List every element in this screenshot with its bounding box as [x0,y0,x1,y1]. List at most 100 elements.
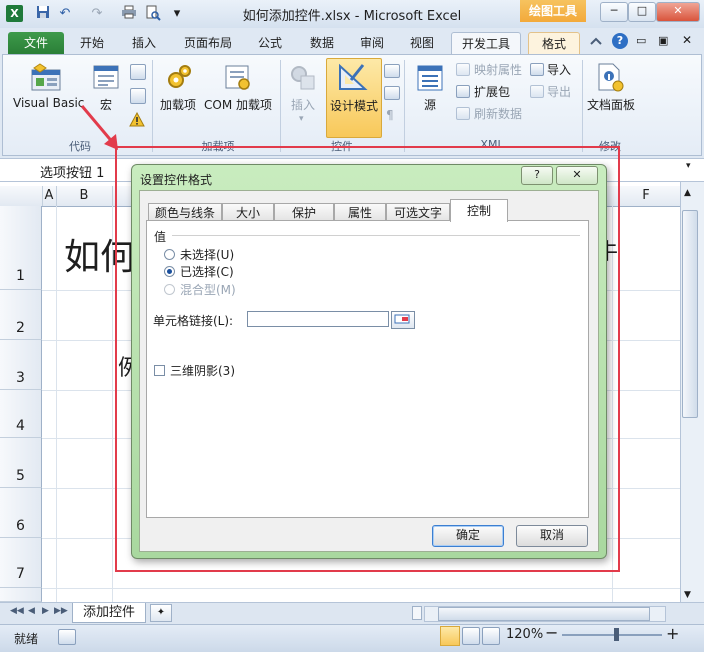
zoom-level[interactable]: 120% [506,627,543,642]
row-gridline [42,588,680,589]
radio-checked[interactable] [164,266,175,277]
scroll-thumb[interactable] [682,210,698,418]
view-code-icon[interactable] [384,86,400,100]
workbook-minimize-icon[interactable]: ▭ [636,34,646,47]
window-title: 如何添加控件.xlsx - Microsoft Excel [242,9,462,24]
expansion-packs-button[interactable]: 扩展包 [474,83,510,100]
zoom-slider-thumb[interactable] [614,628,619,641]
radio-mixed [164,284,175,295]
row-header-8[interactable] [0,588,42,602]
sheet-nav-first-icon[interactable]: ◀◀ [10,606,24,616]
radio-unchecked-label[interactable]: 未选择(U) [180,246,234,263]
insert-controls-icon [289,64,317,95]
shadow-checkbox[interactable] [154,365,165,376]
shadow-checkbox-label[interactable]: 三维阴影(3) [170,362,235,379]
zoom-slider-track[interactable] [562,634,662,636]
collapse-dialog-icon[interactable] [391,311,415,329]
status-ready: 就绪 [14,632,39,646]
row-header-7[interactable]: 7 [0,538,42,588]
map-properties-icon [456,63,470,76]
zoom-out-icon[interactable]: − [545,623,558,642]
cancel-button[interactable]: 取消 [516,525,588,547]
properties-icon[interactable] [384,64,400,78]
addins-button[interactable]: 加载项 [158,96,198,113]
zoom-in-icon[interactable]: + [666,624,679,643]
row-header-3[interactable]: 3 [0,340,42,390]
tab-home[interactable]: 开始 [72,32,112,54]
page-layout-view-icon[interactable] [462,627,480,645]
workbook-close-icon[interactable]: ✕ [682,33,692,47]
dialog-help-button[interactable]: ? [521,166,553,185]
relative-reference-icon[interactable] [130,88,146,104]
ok-button[interactable]: 确定 [432,525,504,547]
xml-source-button[interactable]: 源 [416,96,444,113]
value-group-line [172,235,580,236]
refresh-data-icon [456,107,470,120]
sheet-nav-last-icon[interactable]: ▶▶ [54,606,68,616]
insert-dropdown-icon[interactable]: ▾ [299,114,304,124]
horizontal-scroll-thumb[interactable] [438,607,650,621]
column-header-f[interactable]: F [612,186,681,206]
export-button[interactable]: 导出 [547,83,571,100]
radio-unchecked[interactable] [164,249,175,260]
close-button[interactable]: ✕ [656,2,700,22]
sheet-tab-active[interactable]: 添加控件 [72,603,146,623]
tab-split-handle[interactable] [412,606,422,620]
tab-insert[interactable]: 插入 [124,32,164,54]
tab-file[interactable]: 文件 [8,32,64,54]
workbook-restore-icon[interactable]: ▣ [658,34,668,47]
record-macro-icon[interactable] [130,64,146,80]
tab-formulas[interactable]: 公式 [250,32,290,54]
row-header-1[interactable]: 1 [0,206,42,290]
minimize-button[interactable]: ─ [600,2,628,22]
normal-view-icon[interactable] [440,626,460,646]
name-box[interactable]: 选项按钮 1 [40,162,104,181]
row-header-5[interactable]: 5 [0,438,42,488]
macro-icon [92,64,120,95]
page-break-view-icon[interactable] [482,627,500,645]
tab-control[interactable]: 控制 [450,199,508,222]
tab-format[interactable]: 格式 [528,32,580,55]
ribbon-collapse-icon[interactable] [590,35,602,49]
select-all-corner[interactable] [0,186,43,206]
visual-basic-button[interactable]: Visual Basic [13,96,84,110]
cell-link-label: 单元格链接(L): [153,314,234,328]
tab-developer[interactable]: 开发工具 [451,32,521,55]
dialog-close-button[interactable]: ✕ [556,166,598,185]
row-header-4[interactable]: 4 [0,390,42,438]
tab-review[interactable]: 审阅 [352,32,392,54]
scroll-down-icon[interactable]: ▼ [684,590,691,600]
column-gridline [56,206,57,602]
column-header-a[interactable]: A [42,186,57,206]
sheet-nav-prev-icon[interactable]: ◀ [28,606,35,616]
tab-page-layout[interactable]: 页面布局 [176,32,240,54]
value-group-label: 值 [154,228,171,245]
expansion-packs-icon [456,85,470,98]
document-panel-button[interactable]: 文档面板 [584,96,638,113]
export-icon [530,85,544,98]
row-header-2[interactable]: 2 [0,290,42,340]
column-header-b[interactable]: B [56,186,113,206]
sheet-nav-next-icon[interactable]: ▶ [42,606,49,616]
row-header-6[interactable]: 6 [0,488,42,538]
insert-controls-button[interactable]: 插入 [289,96,317,113]
formula-expand-icon[interactable]: ▾ [686,161,691,171]
addins-gear-icon [166,64,192,95]
xml-source-icon [416,64,444,95]
restore-button[interactable]: □ [628,2,656,22]
group-separator [280,60,281,152]
radio-checked-label[interactable]: 已选择(C) [180,263,234,280]
macro-record-status-icon[interactable] [58,629,76,645]
tab-view[interactable]: 视图 [402,32,442,54]
map-properties-button[interactable]: 映射属性 [474,61,522,78]
run-dialog-icon[interactable]: ¶ [386,108,394,122]
com-addins-button[interactable]: COM 加载项 [202,96,274,113]
refresh-data-button[interactable]: 刷新数据 [474,105,522,122]
macro-security-warning-icon[interactable] [129,111,145,130]
help-icon[interactable]: ? [612,33,628,49]
tab-data[interactable]: 数据 [302,32,342,54]
scroll-up-icon[interactable]: ▲ [684,188,691,198]
import-button[interactable]: 导入 [547,61,571,78]
insert-sheet-icon[interactable]: ✦ [150,604,172,622]
cell-link-input[interactable] [247,311,389,327]
